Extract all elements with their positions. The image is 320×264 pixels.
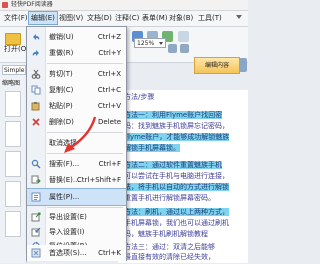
menu-separator — [47, 63, 123, 64]
toolbar-more-icon[interactable] — [239, 58, 247, 72]
title-bar: 轻快PDF阅读器 — [0, 0, 248, 11]
doc-line: 可以尝试在手机与电脑进行连接， — [124, 172, 229, 180]
tab-simple[interactable]: Simple — [2, 65, 26, 75]
menu-item-label: 重做(R) — [49, 49, 74, 57]
doc-line: 码，魅族手机刷机解锁教程 — [124, 230, 208, 238]
menu-item-label: 替换(E)... — [49, 176, 80, 184]
menu-item-label: 导出设置(E) — [49, 213, 87, 221]
page-thumbnail[interactable] — [5, 211, 21, 237]
menu-view[interactable]: 视图(V) — [57, 12, 85, 24]
delete-icon — [31, 117, 41, 127]
menu-item-copy[interactable]: 复制(C) Ctrl+C — [27, 82, 126, 98]
menu-comment[interactable]: 注释(C) — [113, 12, 141, 24]
menu-item-replace[interactable]: 替换(E)... Ctrl+Shift+F — [27, 172, 126, 188]
doc-line: 方法：刷机，通过以上两种方式， — [124, 208, 229, 216]
app-logo-icon — [2, 2, 8, 8]
doc-line: Flyme账户，才能够成功解锁魅族 — [124, 133, 230, 141]
menu-tools[interactable]: 工具(T) — [196, 12, 224, 24]
window-title: 轻快PDF阅读器 — [11, 1, 53, 8]
import-settings-icon — [31, 227, 41, 237]
doc-line: 解锁手机屏幕锁。 — [124, 144, 180, 152]
menu-item-label: 首选项(S)... — [49, 249, 87, 257]
zoom-in-icon[interactable] — [168, 44, 177, 53]
page-icon[interactable] — [178, 31, 189, 42]
page-thumbnail[interactable] — [5, 91, 21, 117]
menu-item-undo[interactable]: 撤销(U) Ctrl+Z — [27, 29, 126, 45]
doc-line: 方法/步骤 — [124, 93, 155, 101]
menu-item-shortcut: Ctrl+V — [97, 102, 121, 110]
replace-icon — [31, 175, 41, 185]
menu-item-label: 搜索(F)... — [49, 160, 80, 168]
menu-item-shortcut: Ctrl+K — [98, 249, 121, 257]
page-thumbnail[interactable] — [5, 181, 21, 207]
tab-thumbnails[interactable]: 缩略图 — [2, 78, 20, 87]
zoom-out-icon[interactable] — [180, 44, 189, 53]
menu-item-label: 剪切(T) — [49, 70, 73, 78]
redo-icon — [31, 48, 41, 58]
menu-edit[interactable]: 编辑(E) — [28, 11, 58, 25]
chevron-down-icon — [159, 42, 163, 45]
menu-file[interactable]: 文件(F) — [2, 12, 30, 24]
menu-item-shortcut: Ctrl+X — [97, 70, 121, 78]
doc-line: 手机屏幕锁，我们也可以通过刷机 — [124, 219, 229, 227]
menu-item-search[interactable]: 搜索(F)... Ctrl+F — [27, 156, 126, 172]
menu-item-shortcut: Ctrl+Y — [98, 49, 121, 57]
menu-item-shortcut: Ctrl+Shift+F — [76, 176, 121, 184]
menu-item-paste[interactable]: 粘贴(P) Ctrl+V — [27, 98, 126, 114]
preferences-icon — [31, 248, 41, 258]
menu-item-label: 复制(C) — [49, 86, 74, 94]
copy-icon — [31, 85, 41, 95]
menu-object[interactable]: 对象(B) — [167, 12, 195, 24]
zoom-value: 125% — [137, 40, 155, 47]
menu-document[interactable]: 文档(D) — [85, 12, 114, 24]
cut-icon — [31, 69, 41, 79]
undo-icon — [31, 32, 41, 42]
page-thumbnail[interactable] — [5, 151, 21, 177]
menu-separator — [47, 207, 123, 208]
menu-item-shortcut: Ctrl+C — [97, 86, 121, 94]
menu-item-label: 撤销(U) — [49, 33, 74, 41]
menu-item-redo[interactable]: 重做(R) Ctrl+Y — [27, 45, 126, 61]
menu-item-shortcut: Ctrl+Z — [97, 33, 121, 41]
menu-overflow-icon[interactable] — [236, 15, 242, 19]
menu-form[interactable]: 表单(M) — [140, 12, 170, 24]
doc-line: 码：找到魅族手机锁屏忘记密码， — [124, 122, 229, 130]
document-page[interactable]: 方法/步骤 方法一：利用Flyme账户找回密 码：找到魅族手机锁屏忘记密码， F… — [118, 90, 248, 263]
doc-line: 方法一：利用Flyme账户找回密 — [124, 111, 223, 119]
export-settings-icon — [31, 212, 41, 222]
menu-item-label: 属性(P)... — [49, 193, 80, 201]
doc-line: 最直接有效的清除已经失效， — [124, 253, 215, 261]
zoom-select[interactable]: 125% — [134, 38, 166, 48]
page-thumbnail[interactable] — [5, 121, 21, 147]
paste-icon — [31, 101, 41, 111]
properties-icon — [31, 192, 41, 202]
menu-item-label: 粘贴(P) — [49, 102, 73, 110]
edit-content-button[interactable]: 编辑内容 — [194, 57, 240, 74]
menu-item-shortcut: Delete — [98, 118, 121, 126]
menu-item-export-settings[interactable]: 导出设置(E) — [27, 209, 126, 225]
menu-item-cut[interactable]: 剪切(T) Ctrl+X — [27, 66, 126, 82]
doc-line: 方法二：通过软件重置魅族手机 — [124, 161, 222, 169]
menu-item-preferences[interactable]: 首选项(S)... Ctrl+K — [26, 245, 127, 261]
doc-line: 法，将手机以自动的方式进行解锁 — [124, 183, 229, 191]
menu-bar: 文件(F) 编辑(E) 视图(V) 文档(D) 注释(C) 表单(M) 对象(B… — [0, 11, 248, 27]
left-panel: Simple 缩略图 — [0, 63, 27, 263]
annotation-arrow-icon — [64, 116, 97, 153]
menu-item-properties[interactable]: 属性(P)... — [27, 188, 126, 206]
doc-line: 重置手机进行解锁屏幕密码。 — [124, 194, 215, 202]
search-icon — [31, 159, 41, 169]
menu-item-shortcut: Ctrl+F — [98, 160, 121, 168]
doc-line: 方法三：通过：双清之后能够 — [124, 243, 215, 251]
